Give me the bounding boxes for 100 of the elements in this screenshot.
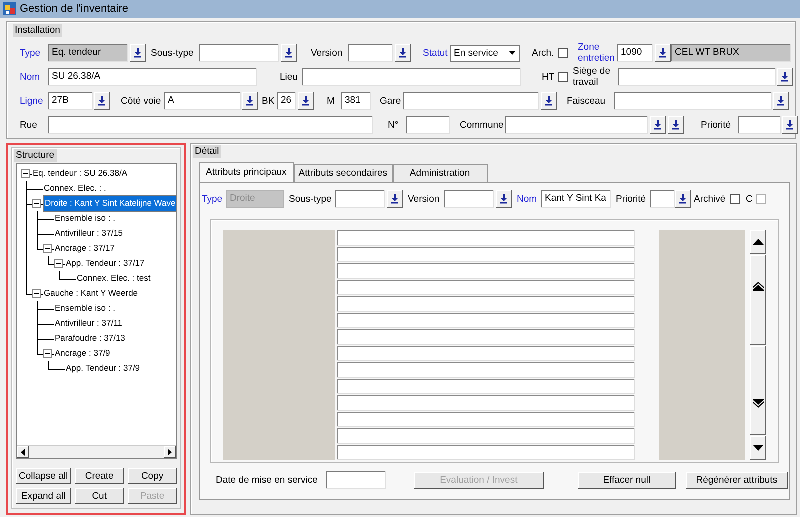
text-field[interactable] <box>348 44 393 62</box>
tree-item[interactable]: App. Tendeur : 37/9 <box>65 362 142 375</box>
text-field[interactable]: A <box>164 92 241 110</box>
tab[interactable]: Administration <box>392 164 488 182</box>
text-field[interactable]: Eq. tendeur <box>48 44 128 62</box>
collapse-icon[interactable] <box>43 244 52 253</box>
text-field[interactable]: 1090 <box>617 44 653 62</box>
tree-item[interactable]: Antivrilleur : 37/11 <box>54 317 124 330</box>
tree-item[interactable]: Droite : Kant Y Sint Katelijne Wave <box>43 195 176 212</box>
grid-field[interactable] <box>337 362 635 378</box>
text-field[interactable] <box>335 190 385 208</box>
tab[interactable]: Attributs secondaires <box>294 164 393 182</box>
tree-item[interactable]: Connex. Elec. : . <box>43 182 108 195</box>
checkbox[interactable] <box>730 194 740 204</box>
collapse-icon[interactable] <box>32 289 41 298</box>
tree-item[interactable]: Ancrage : 37/17 <box>54 242 116 255</box>
text-field[interactable]: SU 26.38/A <box>48 68 257 86</box>
arrow-down-icon <box>98 96 106 106</box>
lookup-button[interactable] <box>130 44 146 62</box>
lookup-button[interactable] <box>541 92 557 110</box>
lookup-button[interactable] <box>655 44 671 62</box>
text-field[interactable] <box>302 68 521 86</box>
arrow-down-icon <box>777 96 785 106</box>
grid-field[interactable] <box>337 246 635 262</box>
double-chevron-down-icon <box>752 399 764 408</box>
text-field[interactable] <box>406 116 450 134</box>
text-field[interactable]: Kant Y Sint Ka <box>541 190 611 208</box>
action-button[interactable]: Régénérer attributs <box>686 472 788 488</box>
caret-down-icon <box>509 51 516 55</box>
lookup-button[interactable] <box>773 92 789 110</box>
grid-field[interactable] <box>337 296 635 312</box>
lookup-button[interactable] <box>281 44 297 62</box>
horizontal-scrollbar[interactable] <box>17 445 176 458</box>
lookup-button[interactable] <box>675 190 691 208</box>
lookup-button[interactable] <box>298 92 314 110</box>
lookup-button[interactable] <box>668 116 684 134</box>
text-field[interactable] <box>48 116 373 134</box>
tree-item[interactable]: Eq. tendeur : SU 26.38/A <box>32 167 129 180</box>
checkbox[interactable] <box>558 72 568 82</box>
grid-field[interactable] <box>337 329 635 344</box>
field-label: Zone entretien <box>578 42 616 64</box>
lookup-button[interactable] <box>782 116 798 134</box>
date-field[interactable] <box>326 471 386 489</box>
lookup-button[interactable] <box>387 190 403 208</box>
grid-field[interactable] <box>337 444 635 460</box>
text-field[interactable] <box>738 116 781 134</box>
tree-item[interactable]: Antivrilleur : 37/15 <box>54 227 124 240</box>
tree-item[interactable]: Ensemble iso : . <box>54 212 116 225</box>
field-label: Siège de travail <box>573 66 612 88</box>
text-field[interactable] <box>403 92 539 110</box>
double-chevron-up-icon <box>752 282 764 291</box>
grid-field[interactable] <box>337 230 635 246</box>
grid-field[interactable] <box>337 346 635 361</box>
tree-item[interactable]: Gauche : Kant Y Weerde <box>43 287 140 300</box>
lookup-button[interactable] <box>496 190 512 208</box>
vertical-scrollbar[interactable] <box>750 230 766 460</box>
tree-item[interactable]: App. Tendeur : 37/17 <box>65 257 146 270</box>
lookup-button[interactable] <box>777 68 793 86</box>
tree-item[interactable]: Ensemble iso : . <box>54 302 116 315</box>
checkbox[interactable] <box>558 48 568 58</box>
text-field[interactable] <box>618 68 776 86</box>
lookup-button[interactable] <box>242 92 258 110</box>
arrow-down-icon <box>391 194 399 204</box>
text-field[interactable]: 27B <box>48 92 93 110</box>
text-field[interactable] <box>614 92 772 110</box>
collapse-icon[interactable] <box>21 169 30 178</box>
lookup-button[interactable] <box>94 92 110 110</box>
text-field[interactable] <box>505 116 648 134</box>
tree-item[interactable]: Connex. Elec. : test <box>76 272 152 285</box>
action-button[interactable]: Collapse all <box>16 468 72 484</box>
action-button[interactable]: Create <box>75 468 124 484</box>
collapse-icon[interactable] <box>54 259 63 268</box>
text-field[interactable]: 26 <box>277 92 296 110</box>
grid-field[interactable] <box>337 263 635 278</box>
collapse-icon[interactable] <box>32 199 41 208</box>
action-button[interactable]: Copy <box>128 468 177 484</box>
text-field[interactable] <box>444 190 494 208</box>
tree-item[interactable]: Parafoudre : 37/13 <box>54 332 126 345</box>
action-button[interactable]: Expand all <box>16 488 72 504</box>
grid-field[interactable] <box>337 428 635 444</box>
group-title: Détail <box>193 145 222 158</box>
action-button[interactable]: Cut <box>75 488 124 504</box>
text-field[interactable] <box>199 44 279 62</box>
lookup-button[interactable] <box>395 44 411 62</box>
text-field[interactable]: CEL WT BRUX <box>671 44 791 62</box>
lookup-button[interactable] <box>650 116 666 134</box>
tab[interactable]: Attributs principaux <box>199 162 294 182</box>
text-field[interactable]: 381 <box>341 92 371 110</box>
collapse-icon[interactable] <box>43 349 52 358</box>
arrow-down-icon <box>302 96 310 106</box>
grid-field[interactable] <box>337 412 635 427</box>
grid-field[interactable] <box>337 395 635 410</box>
arrow-down-icon <box>679 194 687 204</box>
status-dropdown[interactable]: En service <box>450 44 520 62</box>
grid-field[interactable] <box>337 378 635 394</box>
grid-field[interactable] <box>337 312 635 328</box>
grid-field[interactable] <box>337 280 635 295</box>
action-button[interactable]: Effacer null <box>578 472 676 488</box>
tree-item[interactable]: Ancrage : 37/9 <box>54 347 112 360</box>
text-field[interactable] <box>650 190 675 208</box>
